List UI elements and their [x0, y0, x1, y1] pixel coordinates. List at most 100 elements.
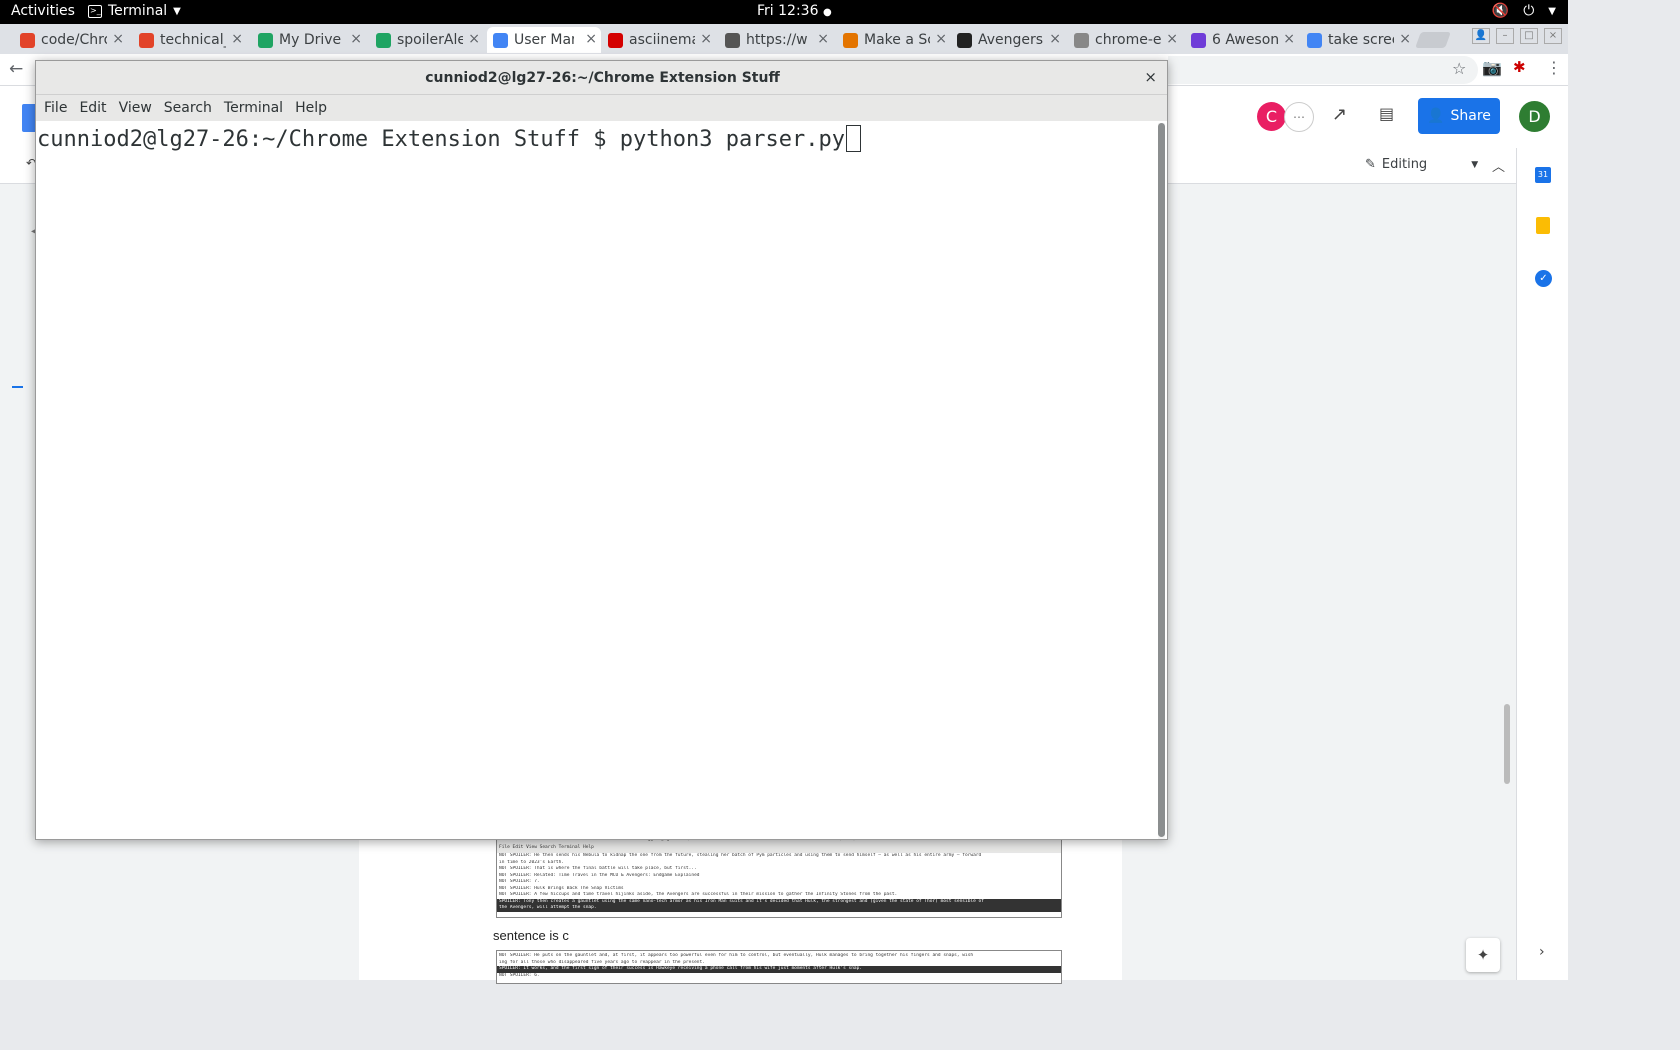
explore-button[interactable]: ✦ [1466, 938, 1500, 972]
tab-title: Avengers [978, 32, 1044, 48]
tab-close-icon[interactable]: × [1166, 31, 1178, 47]
embedded-menu: File Edit View Search Terminal Help [497, 845, 1061, 853]
tab-close-icon[interactable]: × [817, 31, 829, 47]
tab-close-icon[interactable]: × [1049, 31, 1061, 47]
activities-button[interactable]: Activities [11, 3, 75, 19]
asciinema-icon [608, 32, 623, 48]
close-window-icon[interactable]: × [1544, 28, 1562, 44]
power-icon: ⏻ [1523, 3, 1535, 19]
terminal-window[interactable]: cunniod2@lg27-26:~/Chrome Extension Stuf… [35, 60, 1168, 840]
browser-tab[interactable]: Make a Sc × [837, 27, 951, 53]
close-icon[interactable]: × [1144, 68, 1157, 86]
tab-close-icon[interactable]: × [231, 31, 243, 47]
system-tray[interactable]: 🔇 ⏻ ▼ [1492, 3, 1556, 19]
new-tab-button[interactable] [1415, 32, 1451, 48]
browser-tab[interactable]: take scree × [1301, 27, 1415, 53]
doc-scrollbar[interactable] [1504, 704, 1510, 784]
pencil-icon: ✎ [1365, 157, 1376, 172]
expand-panel-chevron-icon[interactable]: › [1539, 944, 1545, 960]
browser-tab[interactable]: My Drive × [252, 27, 366, 53]
bug-extension-icon[interactable]: ✱ [1513, 58, 1526, 76]
browser-tab[interactable]: spoilerAle × [370, 27, 484, 53]
minimize-icon[interactable]: – [1496, 28, 1514, 44]
clock-label: Fri 12:36 [757, 3, 819, 19]
tab-close-icon[interactable]: × [1283, 31, 1295, 47]
browser-tab[interactable]: Avengers × [951, 27, 1065, 53]
tab-close-icon[interactable]: × [112, 31, 124, 47]
tab-title: Make a Sc [864, 32, 930, 48]
browser-tab[interactable]: technical_ × [133, 27, 247, 53]
tasks-icon[interactable]: ✓ [1535, 270, 1552, 287]
browser-tab[interactable]: User Man × [487, 27, 601, 53]
gnome-top-bar: Activities >_ Terminal ▼ Fri 12:36 ● 🔇 ⏻… [0, 0, 1568, 24]
google-drive-icon [258, 32, 273, 48]
terminal-menu-terminal[interactable]: Terminal [218, 95, 289, 121]
bookmark-star-icon[interactable]: ☆ [1452, 59, 1466, 78]
terminal-prompt-line: cunniod2@lg27-26:~/Chrome Extension Stuf… [37, 125, 861, 152]
google-icon [1307, 32, 1322, 48]
embedded-screenshot[interactable]: duggan2@lg27-37:~/2020-ca326-cunniod4-ma… [496, 836, 1062, 918]
collaborator-avatar[interactable]: C [1257, 102, 1286, 131]
keep-icon[interactable] [1536, 217, 1550, 234]
terminal-menu-edit[interactable]: Edit [73, 95, 112, 121]
terminal-title: cunniod2@lg27-26:~/Chrome Extension Stuf… [425, 70, 780, 86]
tab-title: asciinema [629, 32, 695, 48]
terminal-titlebar[interactable]: cunniod2@lg27-26:~/Chrome Extension Stuf… [36, 61, 1167, 95]
text-cursor [845, 125, 861, 152]
terminal-scrollbar[interactable] [1158, 123, 1165, 839]
tab-close-icon[interactable]: × [935, 31, 947, 47]
back-arrow-icon[interactable]: ← [9, 59, 23, 79]
browser-tab[interactable]: asciinema × [602, 27, 716, 53]
embedded-text-line: the Avengers, will attempt the snap. [497, 905, 1061, 912]
embedded-screenshot[interactable]: NOT SPOILER: He puts on the gauntlet and… [496, 950, 1062, 984]
profile-icon[interactable]: 👤 [1472, 28, 1490, 44]
terminal-menu-help[interactable]: Help [289, 95, 333, 121]
document-page[interactable]: duggan2@lg27-37:~/2020-ca326-cunniod4-ma… [359, 820, 1122, 984]
app-menu-label: Terminal [108, 3, 168, 19]
camera-extension-icon[interactable]: 📷 [1482, 58, 1502, 77]
browser-tab[interactable]: https://w × [719, 27, 833, 53]
screenrant-icon [957, 32, 972, 48]
share-button[interactable]: 👤 Share [1418, 98, 1500, 134]
gitlab-icon [139, 32, 154, 48]
editing-mode-dropdown[interactable]: ✎ Editing ▼ [1365, 157, 1478, 172]
calendar-icon[interactable]: 31 [1535, 167, 1551, 183]
screenshot-icon [843, 32, 858, 48]
browser-tab[interactable]: chrome-e × [1068, 27, 1182, 53]
doc-caption: sentence is c [493, 928, 569, 943]
tab-title: chrome-e [1095, 32, 1161, 48]
comments-icon[interactable]: ▤ [1379, 104, 1394, 123]
terminal-menubar: File Edit View Search Terminal Help [36, 95, 1167, 121]
activity-trend-icon[interactable]: ↗ [1332, 104, 1347, 125]
kebab-menu-icon[interactable]: ⋮ [1546, 58, 1562, 77]
collapse-chevron-up-icon[interactable]: ︿ [1492, 156, 1505, 175]
terminal-menu-search[interactable]: Search [158, 95, 218, 121]
app-menu[interactable]: >_ Terminal ▼ [88, 3, 181, 19]
omnibox[interactable] [1168, 56, 1478, 84]
tab-title: spoilerAle [397, 32, 463, 48]
tab-title: code/Chro [41, 32, 107, 48]
tab-close-icon[interactable]: × [1399, 31, 1411, 47]
tab-close-icon[interactable]: × [350, 31, 362, 47]
terminal-screen[interactable]: cunniod2@lg27-26:~/Chrome Extension Stuf… [36, 121, 1158, 839]
tab-close-icon[interactable]: × [700, 31, 712, 47]
docs-logo-icon [22, 104, 36, 132]
user-avatar[interactable]: D [1519, 101, 1550, 132]
embedded-text-line: NOT SPOILER: He then sends his Nebula to… [499, 853, 982, 858]
tab-title: My Drive [279, 32, 342, 48]
present-to-meeting-icon[interactable]: ⋯ [1284, 102, 1314, 132]
tab-close-icon[interactable]: × [585, 31, 597, 47]
embedded-text-line: NOT SPOILER: 6. [499, 972, 540, 978]
terminal-menu-file[interactable]: File [38, 95, 73, 121]
terminal-menu-view[interactable]: View [113, 95, 158, 121]
tab-title: 6 Aweson [1212, 32, 1278, 48]
tab-title: User Man [514, 32, 574, 48]
maximize-icon[interactable]: □ [1520, 28, 1538, 44]
gitlab-icon [20, 32, 35, 48]
caret-down-icon: ▼ [173, 5, 181, 17]
clock[interactable]: Fri 12:36 ● [757, 3, 832, 19]
tab-close-icon[interactable]: × [468, 31, 480, 47]
browser-tab[interactable]: 6 Aweson × [1185, 27, 1299, 53]
scrollbar-thumb[interactable] [1158, 123, 1165, 837]
browser-tab[interactable]: code/Chro × [14, 27, 128, 53]
